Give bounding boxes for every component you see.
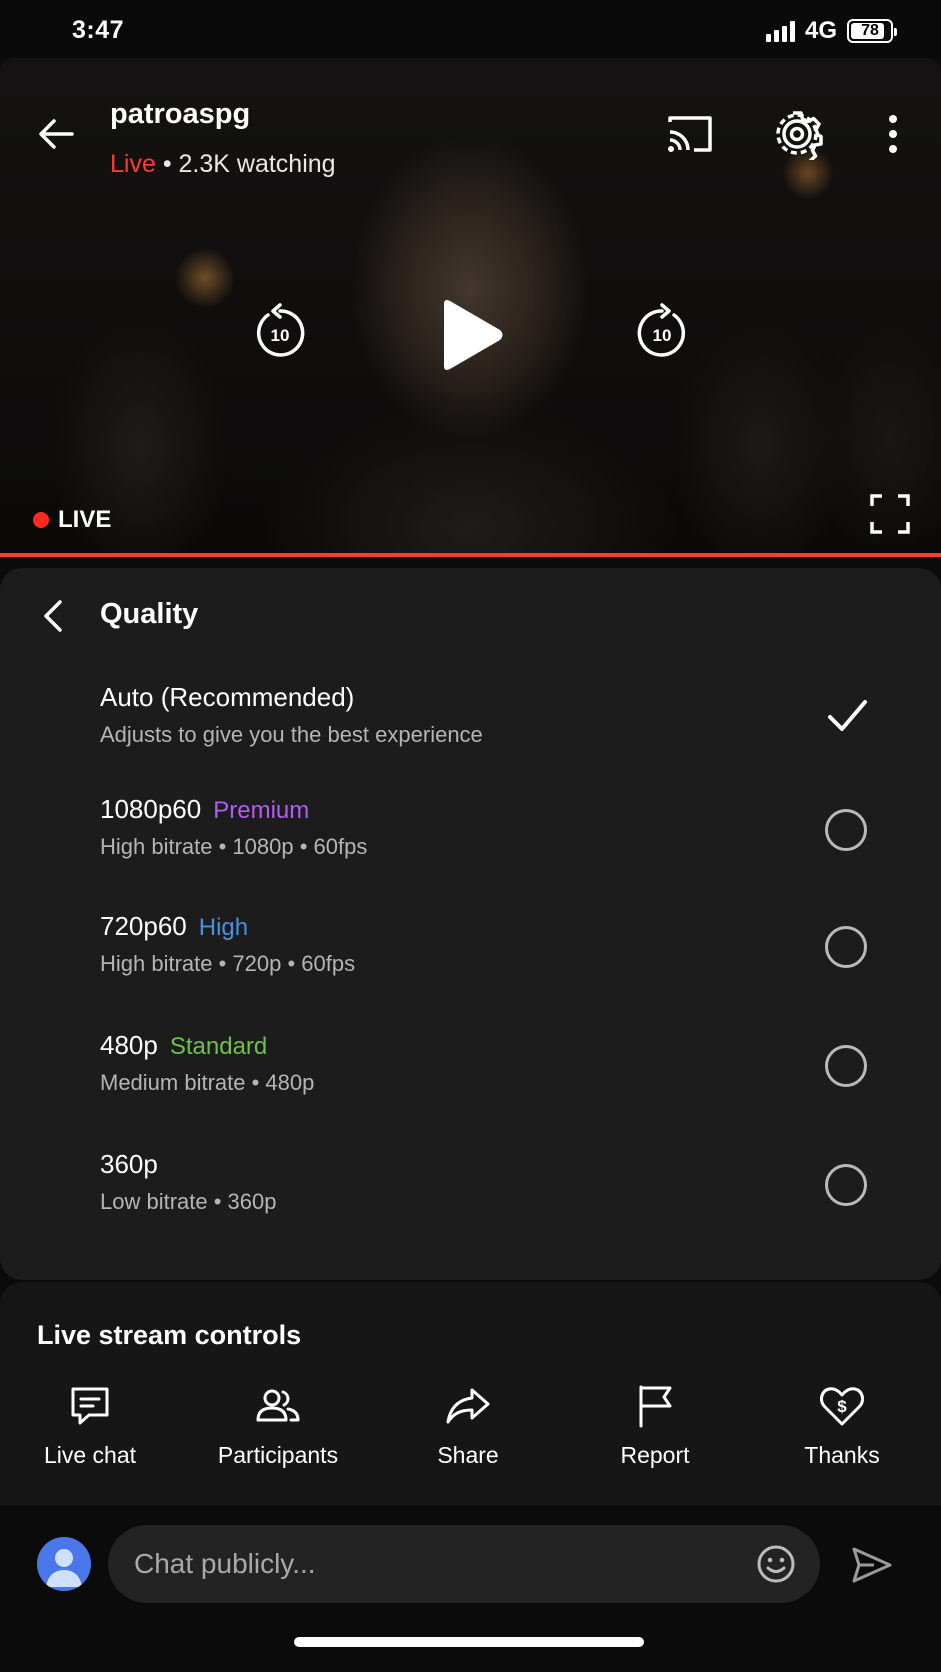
radio-button[interactable]: [825, 1045, 867, 1087]
watching-count: • 2.3K watching: [162, 150, 336, 178]
status-bar: 3:47 4G 78: [0, 0, 941, 58]
thanks-label: Thanks: [804, 1442, 880, 1468]
quality-option-360p[interactable]: 360p Low bitrate • 360p: [0, 1149, 941, 1249]
quality-option-sub: High bitrate • 720p • 60fps: [100, 951, 356, 976]
quality-option-label: 1080p60 Premium: [100, 794, 309, 825]
video-player[interactable]: patroaspg Live • 2.3K watching 10 10 LIV…: [0, 58, 941, 554]
thanks-button[interactable]: $ Thanks: [757, 1382, 927, 1469]
quality-option-sub: Adjusts to give you the best experience: [100, 722, 483, 747]
radio-button[interactable]: [825, 926, 867, 968]
chevron-left-icon[interactable]: [36, 596, 72, 636]
quality-panel: Quality Auto (Recommended) Adjusts to gi…: [0, 568, 941, 1280]
quality-tag-premium: Premium: [213, 797, 310, 824]
home-indicator[interactable]: [294, 1637, 644, 1647]
quality-tag-high: High: [198, 914, 249, 941]
live-chat-button[interactable]: Live chat: [5, 1382, 175, 1469]
share-icon: [446, 1388, 490, 1424]
report-label: Report: [620, 1442, 690, 1468]
quality-option-name: Auto (Recommended): [100, 682, 355, 712]
status-indicators: 4G 78: [765, 17, 897, 45]
participants-label: Participants: [217, 1442, 339, 1468]
quality-title: Quality: [100, 598, 199, 630]
live-label: Live: [110, 150, 156, 178]
quality-option-label: 720p60 High: [100, 911, 248, 942]
back-arrow-icon[interactable]: [34, 112, 78, 156]
quality-option-label: Auto (Recommended): [100, 682, 354, 713]
chat-icon: [71, 1387, 109, 1425]
controls-title: Live stream controls: [37, 1320, 302, 1350]
live-progress-bar[interactable]: [0, 553, 941, 557]
quality-option-name: 480p: [100, 1030, 158, 1060]
signal-icon: [765, 20, 795, 42]
avatar[interactable]: [37, 1537, 91, 1591]
forward-seconds: 10: [653, 326, 672, 345]
user-icon: [46, 1549, 82, 1587]
flag-icon: [639, 1385, 672, 1428]
radio-button[interactable]: [825, 809, 867, 851]
live-stream-controls: Live stream controls Live chat Participa…: [0, 1282, 941, 1522]
play-icon: [444, 300, 503, 370]
participants-icon: [256, 1389, 300, 1422]
participants-button[interactable]: Participants: [193, 1382, 363, 1469]
live-dot-icon: [33, 512, 49, 528]
more-vert-icon[interactable]: [868, 108, 918, 160]
heart-dollar-icon: $: [820, 1387, 864, 1426]
quality-option-name: 1080p60: [100, 794, 202, 824]
quality-tag-standard: Standard: [169, 1033, 268, 1060]
forward-button[interactable]: 10: [632, 303, 692, 363]
send-icon[interactable]: [850, 1543, 894, 1587]
quality-option-auto[interactable]: Auto (Recommended) Adjusts to give you t…: [0, 682, 941, 782]
battery-icon: 78: [847, 19, 897, 43]
report-button[interactable]: Report: [570, 1382, 740, 1469]
quality-option-name: 360p: [100, 1149, 158, 1179]
emoji-icon[interactable]: [756, 1544, 796, 1584]
chat-input[interactable]: [108, 1525, 820, 1603]
live-badge-label: LIVE: [58, 506, 112, 533]
status-time: 3:47: [72, 16, 125, 44]
play-button[interactable]: [436, 298, 506, 372]
gear-icon[interactable]: [771, 108, 823, 160]
fullscreen-icon[interactable]: [869, 493, 911, 535]
quality-option-sub: High bitrate • 1080p • 60fps: [100, 834, 368, 859]
live-badge[interactable]: LIVE: [33, 506, 111, 534]
watch-status: Live • 2.3K watching: [110, 150, 336, 179]
quality-option-480p[interactable]: 480p Standard Medium bitrate • 480p: [0, 1030, 941, 1130]
cast-icon[interactable]: [664, 108, 716, 160]
quality-option-1080p60[interactable]: 1080p60 Premium High bitrate • 1080p • 6…: [0, 794, 941, 894]
battery-level: 78: [861, 22, 879, 39]
quality-option-name: 720p60: [100, 911, 187, 941]
channel-name[interactable]: patroaspg: [110, 98, 250, 131]
rewind-button[interactable]: 10: [250, 303, 310, 363]
share-label: Share: [437, 1442, 499, 1468]
svg-text:$: $: [837, 1397, 847, 1416]
quality-option-720p60[interactable]: 720p60 High High bitrate • 720p • 60fps: [0, 911, 941, 1011]
radio-button[interactable]: [825, 1164, 867, 1206]
quality-option-label: 360p: [100, 1149, 158, 1180]
quality-option-label: 480p Standard: [100, 1030, 267, 1061]
live-chat-label: Live chat: [43, 1442, 137, 1468]
forward-10-icon: 10: [637, 303, 686, 357]
checkmark-icon: [828, 700, 867, 731]
rewind-seconds: 10: [271, 326, 290, 345]
rewind-10-icon: 10: [256, 303, 305, 357]
share-button[interactable]: Share: [383, 1382, 553, 1469]
quality-option-sub: Low bitrate • 360p: [100, 1189, 277, 1214]
network-type: 4G: [804, 17, 837, 44]
quality-option-sub: Medium bitrate • 480p: [100, 1070, 315, 1095]
